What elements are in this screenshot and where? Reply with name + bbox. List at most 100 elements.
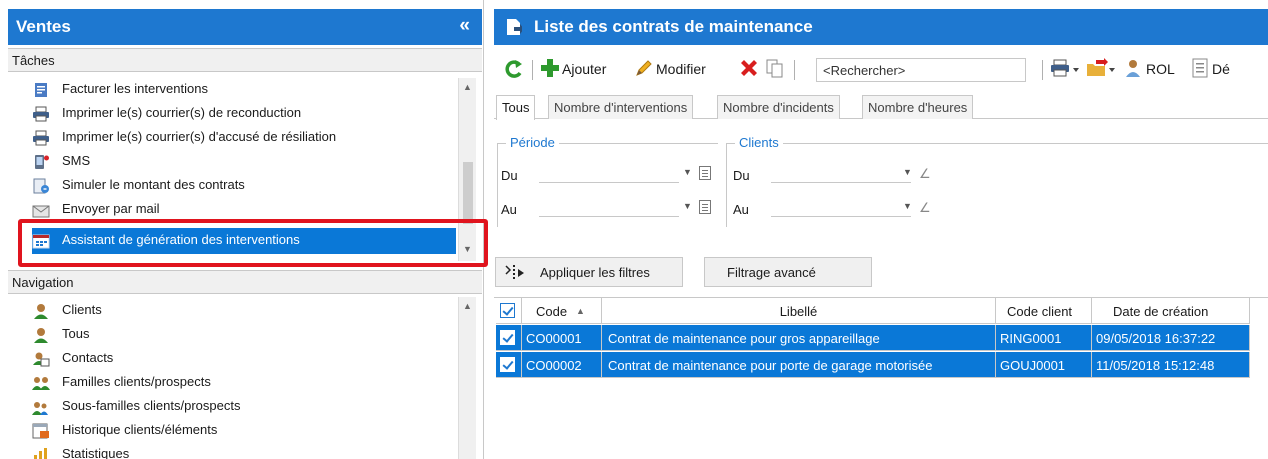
print-menu-icon[interactable] xyxy=(1050,58,1080,80)
navigation-list: Clients Tous Contacts Familles clients/p… xyxy=(8,296,457,459)
chevron-down-icon[interactable]: ▼ xyxy=(903,167,912,177)
task-assistant-generation[interactable]: Assistant de génération des intervention… xyxy=(32,228,456,254)
periode-filter-group: Période Du ▼ Au ▼ xyxy=(497,135,721,227)
periode-au-field[interactable]: Au ▼ xyxy=(501,198,721,220)
navigation-scrollbar[interactable]: ▲ xyxy=(458,297,476,459)
nav-label: Tous xyxy=(62,326,90,341)
column-header-date-creation[interactable]: Date de création xyxy=(1092,298,1250,324)
task-envoyer-mail[interactable]: Envoyer par mail xyxy=(32,198,456,222)
export-menu-icon[interactable] xyxy=(1086,58,1116,80)
table-cell[interactable]: CO00001 xyxy=(522,325,602,351)
task-label: Imprimer le(s) courrier(s) de reconducti… xyxy=(62,105,302,120)
taches-scroll-thumb[interactable] xyxy=(463,162,473,224)
contracts-panel: Liste des contrats de maintenance Ajoute… xyxy=(490,0,1268,459)
chevron-down-icon[interactable]: ▼ xyxy=(683,167,692,177)
apply-filters-button[interactable]: Appliquer les filtres xyxy=(495,257,683,287)
nav-label: Statistiques xyxy=(62,446,130,459)
nav-sous-familles[interactable]: Sous-familles clients/prospects xyxy=(32,395,456,419)
row-checkbox[interactable] xyxy=(496,325,522,351)
rol-button[interactable]: ROL xyxy=(1124,58,1184,80)
ventes-panel: Ventes « Tâches Facturer les interventio… xyxy=(0,0,488,459)
pencil-icon[interactable]: ∠ xyxy=(919,200,931,216)
clients-au-field[interactable]: Au ▼ ∠ xyxy=(733,198,953,220)
nav-label: Familles clients/prospects xyxy=(62,374,211,389)
printer-icon xyxy=(33,106,49,122)
list-picker-icon[interactable] xyxy=(699,200,711,214)
calendar-icon xyxy=(32,234,50,249)
navigation-header[interactable]: Navigation xyxy=(8,270,482,294)
task-label: Imprimer le(s) courrier(s) d'accusé de r… xyxy=(62,129,337,144)
collapse-panel-button[interactable]: « xyxy=(459,15,470,37)
table-cell[interactable]: Contrat de maintenance pour porte de gar… xyxy=(602,352,996,378)
column-header-label: Libellé xyxy=(779,304,818,319)
tab-tous[interactable]: Tous xyxy=(496,95,536,120)
nav-statistiques[interactable]: Statistiques xyxy=(32,443,456,459)
table-cell[interactable]: GOUJ0001 xyxy=(996,352,1092,378)
sort-ascending-icon: ▲ xyxy=(576,306,585,316)
user-icon xyxy=(34,328,48,343)
row-checkbox[interactable] xyxy=(496,352,522,378)
nav-clients[interactable]: Clients xyxy=(32,299,456,323)
periode-legend: Période xyxy=(506,135,559,150)
contracts-title: Liste des contrats de maintenance xyxy=(534,17,813,36)
select-all-checkbox[interactable] xyxy=(496,298,522,324)
pencil-icon xyxy=(636,60,652,76)
task-facturer-interventions[interactable]: Facturer les interventions xyxy=(32,78,456,102)
periode-du-field[interactable]: Du ▼ xyxy=(501,164,721,186)
tab-nombre-interventions[interactable]: Nombre d'interventions xyxy=(548,95,694,119)
table-cell[interactable]: 11/05/2018 15:12:48 xyxy=(1092,352,1250,378)
task-simuler-montant[interactable]: Simuler le montant des contrats xyxy=(32,174,456,198)
taches-header[interactable]: Tâches xyxy=(8,48,482,72)
list-picker-icon[interactable] xyxy=(699,166,711,180)
task-imprimer-reconduction[interactable]: Imprimer le(s) courrier(s) de reconducti… xyxy=(32,102,456,126)
nav-tous[interactable]: Tous xyxy=(32,323,456,347)
task-label: Simuler le montant des contrats xyxy=(62,177,245,192)
edit-button[interactable]: Modifier xyxy=(634,58,732,80)
search-input[interactable] xyxy=(816,58,1026,82)
table-cell[interactable]: CO00002 xyxy=(522,352,602,378)
advanced-filter-button[interactable]: Filtrage avancé xyxy=(704,257,872,287)
task-sms[interactable]: SMS xyxy=(32,150,456,174)
nav-label: Historique clients/éléments xyxy=(62,422,218,437)
table-cell[interactable]: RING0001 xyxy=(996,325,1092,351)
column-header-label: Date de création xyxy=(1113,304,1209,319)
refresh-icon[interactable] xyxy=(504,58,524,80)
column-header-libelle[interactable]: Libellé xyxy=(602,298,996,324)
taches-list: Facturer les interventions Imprimer le(s… xyxy=(8,73,457,259)
scroll-down-icon[interactable]: ▼ xyxy=(463,244,472,254)
nav-familles[interactable]: Familles clients/prospects xyxy=(32,371,456,395)
document-icon xyxy=(1192,58,1208,78)
pencil-icon[interactable]: ∠ xyxy=(919,166,931,182)
document-button[interactable]: Dé xyxy=(1190,58,1268,80)
periode-du-label: Du xyxy=(501,168,518,183)
navigation-header-label: Navigation xyxy=(12,275,74,290)
add-button[interactable]: Ajouter xyxy=(540,58,630,80)
tab-nombre-heures[interactable]: Nombre d'heures xyxy=(862,95,974,119)
printer-icon xyxy=(33,130,49,146)
taches-scrollbar[interactable]: ▲ ▼ xyxy=(458,78,476,261)
chevron-down-icon[interactable]: ▼ xyxy=(683,201,692,211)
chevron-down-icon[interactable]: ▼ xyxy=(903,201,912,211)
nav-contacts[interactable]: Contacts xyxy=(32,347,456,371)
invoice-icon xyxy=(35,83,47,97)
delete-icon[interactable] xyxy=(738,58,760,80)
task-label: Facturer les interventions xyxy=(62,81,208,96)
column-header-code[interactable]: Code ▲ xyxy=(522,298,602,324)
table-cell[interactable]: 09/05/2018 16:37:22 xyxy=(1092,325,1250,351)
scroll-up-icon[interactable]: ▲ xyxy=(463,82,472,92)
statistics-icon xyxy=(34,448,47,459)
task-label: Assistant de génération des intervention… xyxy=(62,232,300,247)
nav-historique[interactable]: Historique clients/éléments xyxy=(32,419,456,443)
clients-du-field[interactable]: Du ▼ ∠ xyxy=(733,164,953,186)
users-group-icon xyxy=(32,377,50,390)
add-label: Ajouter xyxy=(562,61,607,77)
tab-nombre-incidents[interactable]: Nombre d'incidents xyxy=(717,95,840,119)
table-cell[interactable]: Contrat de maintenance pour gros apparei… xyxy=(602,325,996,351)
scroll-up-icon[interactable]: ▲ xyxy=(463,301,472,311)
copy-icon[interactable] xyxy=(766,58,784,80)
task-imprimer-resiliation[interactable]: Imprimer le(s) courrier(s) d'accusé de r… xyxy=(32,126,456,150)
column-header-code-client[interactable]: Code client xyxy=(996,298,1092,324)
user-search-icon xyxy=(1126,60,1140,77)
ventes-header: Ventes « xyxy=(8,9,482,45)
clients-filter-group: Clients Du ▼ ∠ Au ▼ ∠ xyxy=(726,135,1268,227)
